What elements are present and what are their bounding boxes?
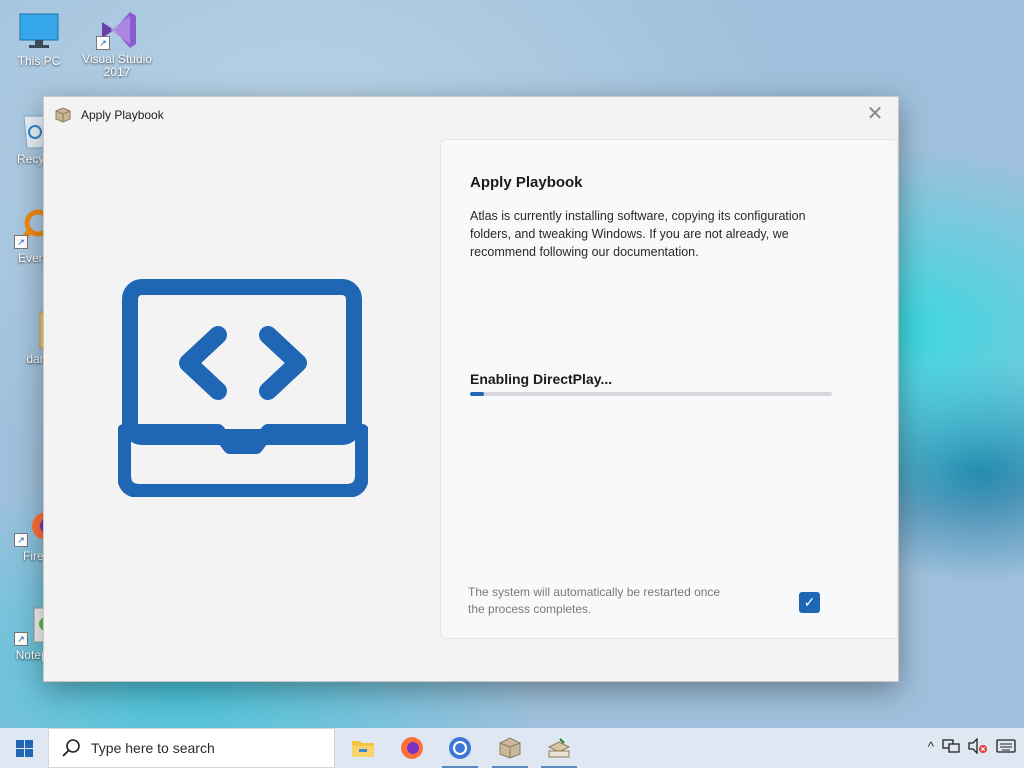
page-title: Apply Playbook <box>470 174 583 191</box>
taskbar-package[interactable] <box>487 728 533 768</box>
window-title: Apply Playbook <box>81 108 164 122</box>
shortcut-arrow-icon: ↗ <box>14 533 28 547</box>
volume-muted-icon[interactable] <box>968 738 988 754</box>
description-text: Atlas is currently installing software, … <box>470 209 806 259</box>
visual-studio-icon: ↗ <box>96 8 138 50</box>
tray-chevron-icon[interactable]: ^ <box>928 739 934 754</box>
this-pc-icon <box>18 10 60 52</box>
desktop-icon-label: Visual Studio 2017 <box>82 52 152 79</box>
start-button[interactable] <box>0 728 48 768</box>
system-tray: ^ <box>928 738 1016 754</box>
desktop-icon-this-pc[interactable]: This PC <box>0 10 78 68</box>
windows-logo-icon <box>16 740 33 757</box>
shortcut-arrow-icon: ↗ <box>96 36 110 50</box>
taskbar-installer[interactable] <box>536 728 582 768</box>
shortcut-arrow-icon: ↗ <box>14 632 28 646</box>
package-icon <box>55 107 71 123</box>
restart-note: The system will automatically be restart… <box>468 585 721 616</box>
taskbar: ^ <box>0 728 1024 768</box>
taskbar-firefox[interactable] <box>389 728 435 768</box>
laptop-code-icon <box>118 279 368 497</box>
window-titlebar[interactable]: Apply Playbook ✕ <box>44 97 898 133</box>
chrome-icon <box>449 737 471 759</box>
taskbar-file-explorer[interactable] <box>340 728 386 768</box>
apply-playbook-window: Apply Playbook ✕ Apply Playbook Atlas is… <box>43 96 899 682</box>
shortcut-arrow-icon: ↗ <box>14 235 28 249</box>
taskbar-search[interactable] <box>48 728 335 768</box>
firefox-icon <box>401 737 423 759</box>
content-panel: Apply Playbook Atlas is currently instal… <box>440 139 898 639</box>
file-explorer-icon <box>352 741 374 757</box>
search-icon <box>62 739 80 757</box>
taskbar-chrome[interactable] <box>437 728 483 768</box>
restart-checkbox[interactable]: ✓ <box>799 592 820 613</box>
progress-bar <box>470 392 832 396</box>
close-icon: ✕ <box>866 103 884 125</box>
keyboard-icon[interactable] <box>996 739 1016 753</box>
installer-icon <box>547 738 571 758</box>
package-icon <box>499 737 521 759</box>
desktop-icon-visual-studio[interactable]: ↗ Visual Studio 2017 <box>78 8 156 79</box>
progress-fill <box>470 392 485 396</box>
desktop-icon-label: This PC <box>17 54 61 68</box>
status-text: Enabling DirectPlay... <box>470 371 613 387</box>
desktop-icon-label: dar <box>26 352 44 366</box>
close-button[interactable]: ✕ <box>864 103 886 125</box>
network-icon[interactable] <box>942 738 960 754</box>
checkmark-icon: ✓ <box>803 594 816 610</box>
search-input[interactable] <box>89 739 323 757</box>
